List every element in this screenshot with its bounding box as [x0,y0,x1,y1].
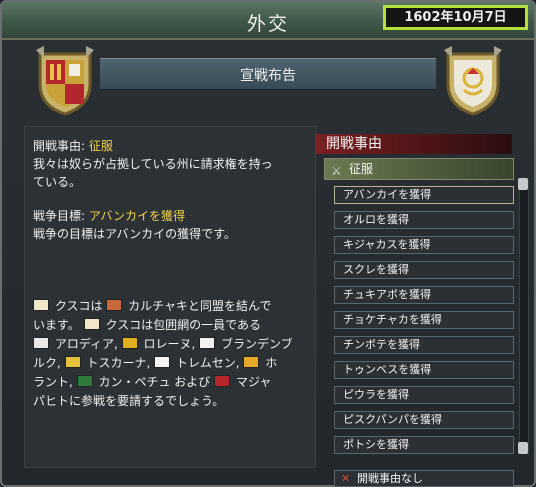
date-display: 1602年10月7日 [383,5,528,30]
war-goal-item[interactable]: トゥンベスを獲得 [334,361,514,379]
cb-description-2: ている。 [33,175,82,189]
war-goal-item[interactable]: ピスクパンパを獲得 [334,411,514,429]
cb-list-header: 開戦事由 [316,134,512,154]
war-goal-item[interactable]: キジャカスを獲得 [334,236,514,254]
alliance-text: ラント, [33,375,73,389]
kan-pech-flag-icon [76,375,93,387]
holland-flag-icon [243,356,260,368]
goal-line: 戦争目標: アバンカイを獲得 [33,207,185,224]
attacker-shield-icon [36,46,94,116]
cb-value: 征服 [88,139,113,153]
lorraine-flag-icon [121,337,138,349]
goal-description: 戦争の目標はアバンカイの獲得です。 [33,227,236,241]
war-goal-item[interactable]: スクレを獲得 [334,261,514,279]
defender-shield-icon [444,46,502,116]
majapahit-flag-icon [214,375,231,387]
calchaqui-flag-icon [106,299,123,311]
title-bar: 外交 1602年10月7日 [2,2,534,40]
alliance-text: カルチャキと同盟を結んで [128,299,272,313]
declare-war-header: 宣戦布告 [100,58,436,90]
alliance-text: います。 [33,318,80,332]
alliance-text: アロディア, [54,337,118,351]
war-goal-item[interactable]: アバンカイを獲得 [334,186,514,204]
war-goal-item[interactable]: チンボテを獲得 [334,336,514,354]
cusco-flag-icon [83,318,100,330]
tuscany-flag-icon [64,356,81,368]
scrollbar-top-handle[interactable] [518,178,528,190]
brandenburg-flag-icon [199,337,216,349]
war-goal-item[interactable]: ポトシを獲得 [334,436,514,454]
war-goal-item[interactable]: ピウラを獲得 [334,386,514,404]
goal-label: 戦争目標: [33,209,89,223]
alliance-line-4: ルク, トスカーナ, トレムセン, ホ [33,354,277,371]
alliance-text: ロレーヌ, [143,337,196,351]
tlemcen-flag-icon [154,356,171,368]
selected-cb[interactable]: ⚔ 征服 [324,158,514,180]
alliance-line-2: います。 クスコは包囲網の一員である [33,316,261,333]
close-icon: ✕ [341,472,351,485]
alliance-text: ホ [265,356,278,370]
alliance-line-5: ラント, カン・ペチュ および マジャ [33,373,271,390]
cb-description-1: 我々は奴らが占拠している州に請求権を持っ [33,157,273,171]
list-scrollbar[interactable] [519,180,529,454]
war-goal-item[interactable]: チュキアボを獲得 [334,286,514,304]
alliance-text: トレムセン, [175,356,240,370]
cusco-flag-icon [33,299,49,311]
war-goal-item[interactable]: チョケチャカを獲得 [334,311,514,329]
crossed-swords-icon: ⚔ [331,164,342,178]
no-cb-button[interactable]: ✕ 開戦事由なし [334,470,514,487]
alliance-line-1: クスコは カルチャキと同盟を結んで [33,297,271,314]
war-goal-item[interactable]: オルロを獲得 [334,211,514,229]
alliance-line-3: アロディア, ロレーヌ, ブランデンブ [33,335,293,352]
selected-cb-label: 征服 [349,162,374,176]
scrollbar-bottom-handle[interactable] [518,442,528,454]
alliance-text: ルク, [33,356,61,370]
alliance-text: クスコは包囲網の一員である [105,318,261,332]
goal-value: アバンカイを獲得 [88,209,185,223]
alliance-text: カン・ペチュ および [98,375,211,389]
cb-line: 開戦事由: 征服 [33,137,113,154]
no-cb-label: 開戦事由なし [357,472,423,485]
header-title: 宣戦布告 [240,68,296,84]
arodia-flag-icon [33,337,49,349]
alliance-line-6: パヒトに参戦を要請するでしょう。 [33,394,225,408]
alliance-text: トスカーナ, [86,356,151,370]
cb-label: 開戦事由: [33,139,89,153]
war-details-pane: 開戦事由: 征服 我々は奴らが占拠している州に請求権を持っ ている。 戦争目標:… [24,126,316,468]
alliance-text: クスコは [54,299,103,313]
alliance-text: ブランデンブ [220,337,293,351]
alliance-text: マジャ [235,375,272,389]
